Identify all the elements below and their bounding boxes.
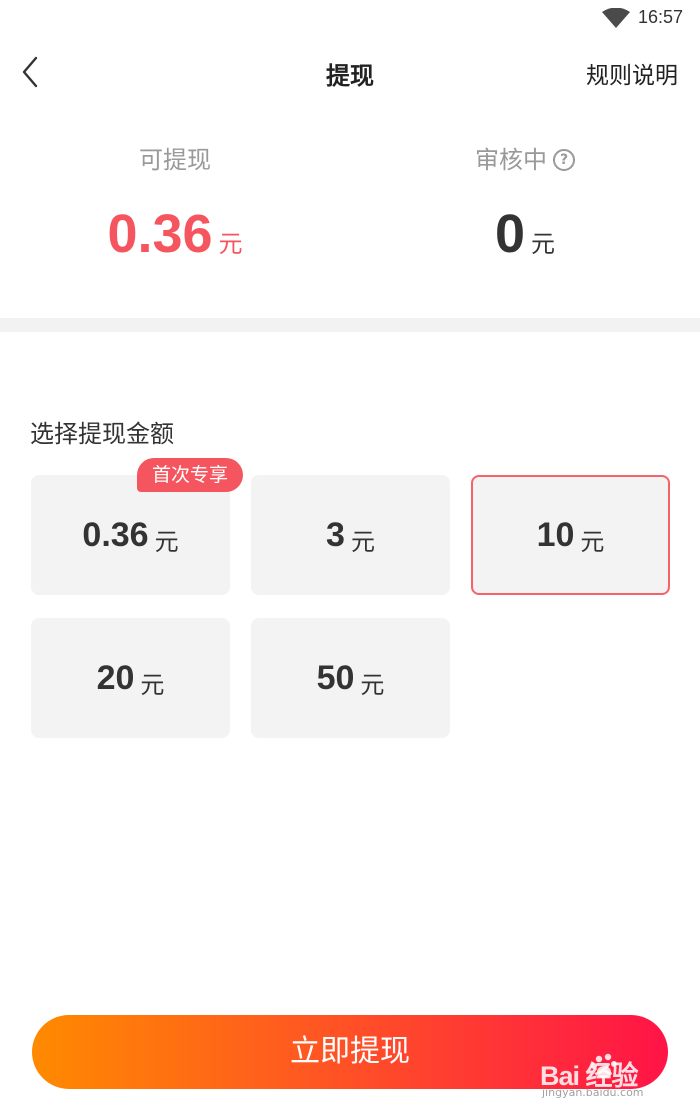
pending-amount-row: 0 元 — [350, 202, 700, 266]
amount-option-value: 3 — [326, 515, 345, 554]
amount-option-50[interactable]: 50 元 — [251, 618, 450, 738]
pending-label: 审核中 ? — [475, 140, 575, 180]
amount-option-10[interactable]: 10 元 — [471, 475, 670, 595]
available-amount: 0.36 — [107, 204, 213, 264]
watermark-sub: jingyan.baidu.com — [542, 1086, 644, 1099]
help-icon[interactable]: ? — [553, 149, 575, 171]
available-label: 可提现 — [139, 140, 211, 180]
amount-option-unit: 元 — [580, 527, 605, 556]
status-time: 16:57 — [638, 7, 684, 27]
available-balance: 可提现 0.36 元 — [0, 140, 350, 266]
first-time-badge: 首次专享 — [137, 458, 243, 492]
amount-option-0-36[interactable]: 0.36 元 — [31, 475, 230, 595]
amount-option-unit: 元 — [360, 670, 385, 699]
amount-option-value: 20 — [96, 658, 135, 697]
wifi-icon — [602, 8, 630, 28]
rules-link[interactable]: 规则说明 — [586, 56, 678, 90]
amount-option-value: 0.36 — [82, 515, 149, 554]
paw-icon — [591, 1053, 617, 1078]
pending-balance: 审核中 ? 0 元 — [350, 140, 700, 266]
section-divider — [0, 318, 700, 332]
section-title: 选择提现金额 — [30, 420, 174, 448]
status-bar: 16:57 — [0, 0, 700, 36]
available-unit: 元 — [218, 230, 243, 258]
baidu-jingyan-watermark: Bai 经验 jingyan.baidu.com — [540, 1052, 690, 1102]
amount-option-value: 50 — [316, 658, 355, 697]
amount-option-value: 10 — [536, 515, 575, 554]
pending-label-text: 审核中 — [475, 146, 547, 174]
available-label-text: 可提现 — [139, 146, 211, 174]
pending-amount: 0 — [494, 204, 526, 264]
amount-option-unit: 元 — [350, 527, 375, 556]
available-amount-row: 0.36 元 — [0, 202, 350, 266]
nav-bar: 提现 规则说明 — [0, 36, 700, 108]
balance-summary: 可提现 0.36 元 审核中 ? 0 元 — [0, 140, 700, 290]
amount-option-unit: 元 — [154, 527, 179, 556]
amount-option-3[interactable]: 3 元 — [251, 475, 450, 595]
amount-option-20[interactable]: 20 元 — [31, 618, 230, 738]
pending-unit: 元 — [531, 230, 556, 258]
amount-option-unit: 元 — [140, 670, 165, 699]
